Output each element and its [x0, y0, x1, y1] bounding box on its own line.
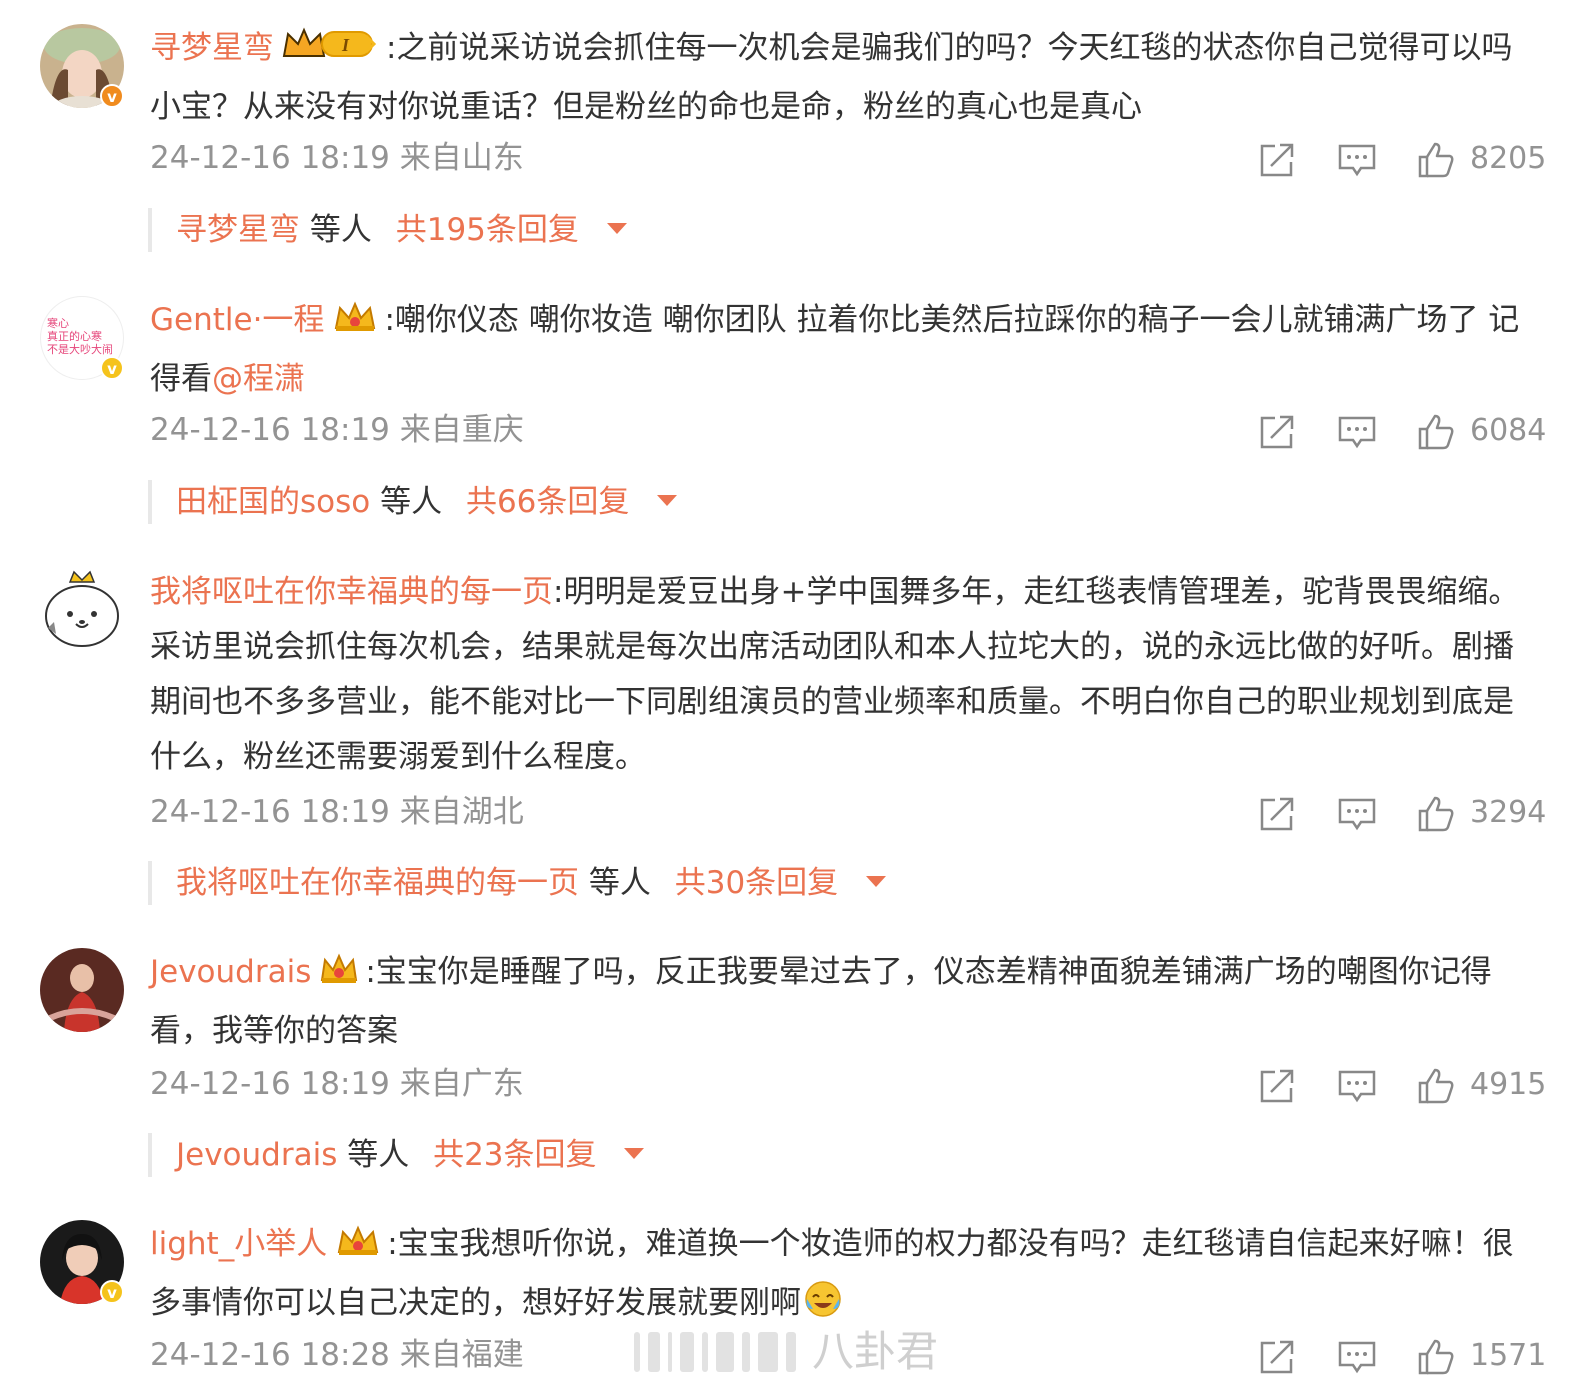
- level-crown-badge-icon: I: [282, 25, 380, 80]
- share-icon[interactable]: [1257, 412, 1297, 452]
- crown-badge-icon: [319, 949, 359, 1004]
- comment-icon[interactable]: [1337, 1337, 1377, 1377]
- like-icon[interactable]: [1416, 1337, 1456, 1377]
- comment-icon[interactable]: [1337, 794, 1377, 834]
- svg-text:I: I: [341, 35, 350, 55]
- reply-count[interactable]: 共23条回复: [433, 1137, 596, 1173]
- comment-time: 24-12-16 18:28 来自福建: [150, 1337, 524, 1373]
- replies-summary[interactable]: 田柾国的soso 等人 共66条回复: [148, 480, 678, 524]
- comment-username[interactable]: 我将呕吐在你幸福典的每一页: [150, 574, 553, 610]
- like-icon[interactable]: [1416, 412, 1456, 452]
- replies-summary[interactable]: 寻梦星弯 等人 共195条回复: [148, 208, 627, 252]
- reply-label: 等人: [309, 212, 372, 248]
- watermark-bars: [634, 1332, 814, 1372]
- comment-time: 24-12-16 18:19 来自重庆: [150, 412, 524, 448]
- like-icon[interactable]: [1416, 140, 1456, 180]
- like-count: 1571: [1470, 1338, 1547, 1373]
- caret-down-icon[interactable]: [866, 876, 887, 887]
- comment-meta: 24-12-16 18:19 来自湖北: [150, 787, 1540, 837]
- comment-time: 24-12-16 18:19 来自山东: [150, 140, 524, 176]
- reply-count[interactable]: 共30条回复: [675, 865, 838, 901]
- avatar[interactable]: [40, 568, 124, 652]
- reply-label: 等人: [347, 1137, 410, 1173]
- reply-username[interactable]: 田柾国的soso: [176, 484, 370, 520]
- caret-down-icon[interactable]: [606, 223, 627, 234]
- comment-username[interactable]: light_小举人: [150, 1226, 327, 1262]
- like-count: 3294: [1470, 795, 1547, 830]
- like-icon[interactable]: [1416, 794, 1456, 834]
- comment-text: 我将呕吐在你幸福典的每一页:明明是爱豆出身+学中国舞多年，走红毯表情管理差，驼背…: [150, 565, 1530, 785]
- reply-label: 等人: [588, 865, 651, 901]
- like-count: 8205: [1470, 141, 1547, 176]
- caret-down-icon[interactable]: [657, 495, 678, 506]
- comment-text: Gentle·一程:嘲你仪态 嘲你妆造 嘲你团队 拉着你比美然后拉踩你的稿子一会…: [150, 293, 1530, 407]
- verified-badge-icon: v: [100, 356, 124, 380]
- comment-icon[interactable]: [1337, 412, 1377, 452]
- watermark: 八卦君: [634, 1324, 954, 1380]
- comment-text: Jevoudrais:宝宝你是睡醒了吗，反正我要晕过去了，仪态差精神面貌差铺满广…: [150, 945, 1530, 1059]
- like-count: 4915: [1470, 1067, 1547, 1102]
- comment-username[interactable]: Gentle·一程: [150, 302, 324, 338]
- reply-username[interactable]: Jevoudrais: [176, 1137, 337, 1173]
- avatar-image: [40, 568, 124, 652]
- share-icon[interactable]: [1257, 1337, 1297, 1377]
- share-icon[interactable]: [1257, 794, 1297, 834]
- share-icon[interactable]: [1257, 1066, 1297, 1106]
- avatar[interactable]: v: [40, 24, 124, 108]
- reply-label: 等人: [380, 484, 443, 520]
- avatar[interactable]: v: [40, 1220, 124, 1304]
- verified-badge-icon: v: [100, 84, 124, 108]
- reply-username[interactable]: 寻梦星弯: [176, 212, 300, 248]
- comment-icon[interactable]: [1337, 140, 1377, 180]
- mention-link[interactable]: @程潇: [212, 361, 305, 397]
- comment-meta: 24-12-16 18:19 来自山东: [150, 133, 1540, 183]
- reply-count[interactable]: 共66条回复: [466, 484, 629, 520]
- crown-badge-icon: [332, 297, 378, 352]
- avatar[interactable]: [40, 948, 124, 1032]
- replies-summary[interactable]: Jevoudrais 等人 共23条回复: [148, 1133, 645, 1177]
- like-icon[interactable]: [1416, 1066, 1456, 1106]
- replies-summary[interactable]: 我将呕吐在你幸福典的每一页 等人 共30条回复: [148, 861, 887, 905]
- comment-icon[interactable]: [1337, 1066, 1377, 1106]
- svg-text:真正的心寒: 真正的心寒: [47, 329, 102, 343]
- reply-count[interactable]: 共195条回复: [396, 212, 579, 248]
- avatar[interactable]: 寒心 真正的心寒 不是大吵大闹 v: [40, 296, 124, 380]
- caret-down-icon[interactable]: [624, 1148, 645, 1159]
- watermark-text: 八卦君: [812, 1327, 939, 1376]
- share-icon[interactable]: [1257, 140, 1297, 180]
- comment-text: 寻梦星弯 I:之前说采访说会抓住每一次机会是骗我们的吗？今天红毯的状态你自己觉得可…: [150, 21, 1530, 135]
- like-count: 6084: [1470, 413, 1547, 448]
- comment-meta: 24-12-16 18:19 来自广东: [150, 1059, 1540, 1109]
- svg-text:不是大吵大闹: 不是大吵大闹: [47, 342, 113, 356]
- verified-badge-icon: v: [100, 1280, 124, 1304]
- comment-meta: 24-12-16 18:19 来自重庆: [150, 405, 1540, 455]
- comment-time: 24-12-16 18:19 来自湖北: [150, 794, 524, 830]
- comment-username[interactable]: Jevoudrais: [150, 954, 311, 990]
- comment-username[interactable]: 寻梦星弯: [150, 30, 274, 66]
- reply-username[interactable]: 我将呕吐在你幸福典的每一页: [176, 865, 579, 901]
- crown-badge-icon: [335, 1221, 381, 1276]
- svg-text:寒心: 寒心: [47, 316, 69, 330]
- comment-text: light_小举人:宝宝我想听你说，难道换一个妆造师的权力都没有吗？走红毯请自信…: [150, 1217, 1530, 1337]
- avatar-image: [40, 948, 124, 1032]
- comment-time: 24-12-16 18:19 来自广东: [150, 1066, 524, 1102]
